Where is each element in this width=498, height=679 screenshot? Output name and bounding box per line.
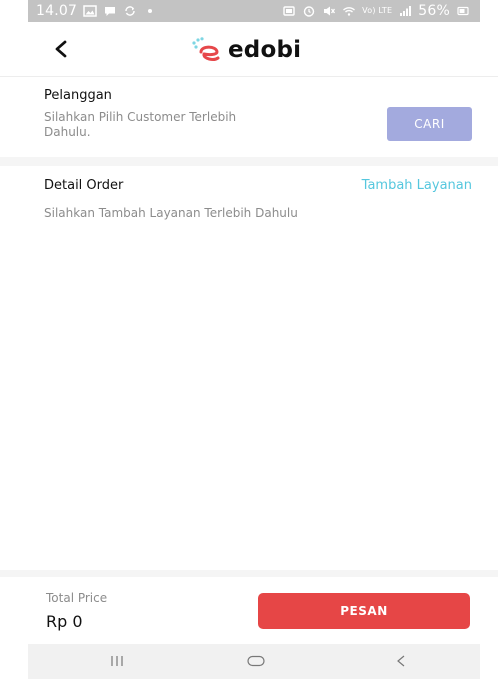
order-section: Detail Order Tambah Layanan Silahkan Tam… [0, 166, 498, 570]
customer-title: Pelanggan [44, 88, 112, 103]
total-label: Total Price [46, 591, 108, 605]
status-time: 14.07 [36, 3, 78, 19]
system-back-button[interactable] [389, 651, 413, 671]
customer-section: Pelanggan Silahkan Pilih Customer Terleb… [0, 77, 498, 157]
place-order-button[interactable]: PESAN [258, 593, 470, 629]
mute-icon [322, 4, 336, 18]
home-button[interactable] [244, 651, 268, 671]
battery-level: 56% [418, 3, 450, 19]
order-empty-hint: Silahkan Tambah Layanan Terlebih Dahulu [44, 206, 298, 220]
status-bar: 14.07 Vo) LTE 56% [28, 0, 480, 22]
recent-apps-button[interactable] [105, 651, 129, 671]
order-title: Detail Order [44, 178, 124, 193]
total-value: Rp 0 [46, 612, 83, 631]
back-button[interactable] [50, 34, 72, 64]
wifi-icon [342, 4, 356, 18]
edobi-logo: edobi [190, 36, 301, 64]
gallery-icon [83, 4, 97, 18]
sim-icon [282, 4, 296, 18]
order-footer: Total Price Rp 0 PESAN [0, 577, 498, 644]
section-divider [0, 157, 498, 166]
home-icon[interactable] [246, 654, 266, 668]
edobi-logo-icon [192, 37, 220, 61]
app-header: edobi [0, 22, 498, 77]
volte-label: Vo) LTE [362, 6, 393, 15]
battery-icon [456, 4, 470, 18]
signal-icon [398, 4, 412, 18]
recent-apps-icon[interactable] [108, 654, 126, 668]
footer-divider [0, 570, 498, 577]
system-nav-bar [28, 644, 480, 679]
chat-icon [103, 4, 117, 18]
customer-hint: Silahkan Pilih Customer Terlebih Dahulu. [44, 110, 237, 139]
search-customer-button[interactable]: CARI [387, 107, 472, 141]
status-left: 14.07 [36, 3, 157, 19]
alarm-icon [302, 4, 316, 18]
logo-text: edobi [228, 37, 302, 63]
dot-icon [143, 4, 157, 18]
back-arrow-icon[interactable] [53, 40, 69, 58]
add-service-link[interactable]: Tambah Layanan [362, 178, 472, 193]
status-right: Vo) LTE 56% [282, 3, 470, 19]
back-icon[interactable] [394, 654, 408, 668]
sync-icon [123, 4, 137, 18]
